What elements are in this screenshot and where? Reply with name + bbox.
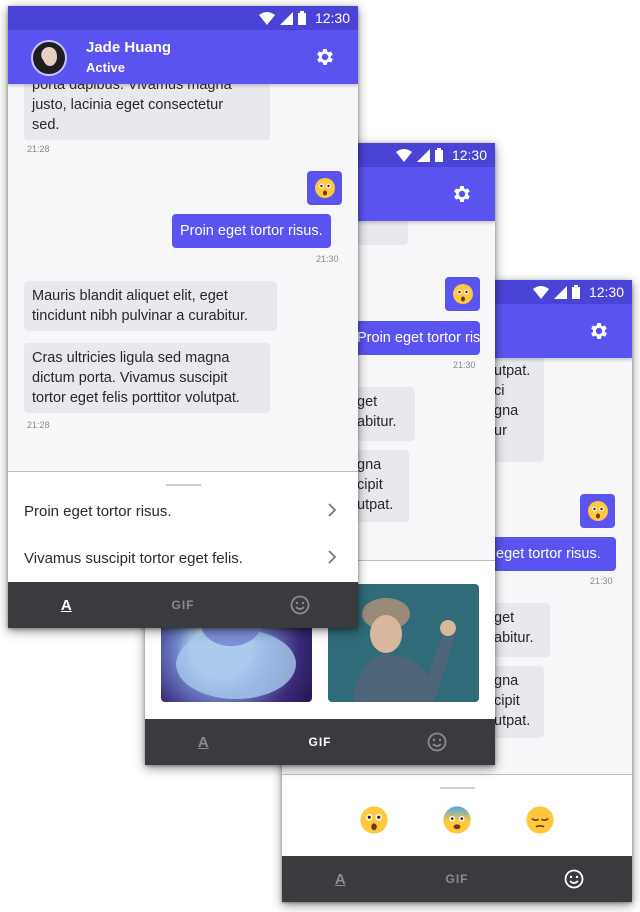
message-text: gna [494,403,519,419]
contact-status: Active [86,60,126,75]
message-out: eget tortor risus. [482,537,616,571]
chevron-right-icon [328,503,337,517]
tab-gif[interactable]: GIF [290,719,350,765]
message-text: Proin eget tortor risus. [180,223,323,239]
message-text: get [494,610,515,626]
phone-text-suggestions: 12:30 Jade Huang Active porta dapibus. V… [8,6,358,628]
astonished-face-icon [314,178,335,198]
gear-icon[interactable] [451,183,473,205]
message-text: ci [494,383,505,399]
tab-emoji[interactable] [270,582,330,628]
suggestion-item[interactable]: Vivamus suscipit tortor eget felis. [8,535,358,581]
message-text: utpat. [494,363,531,379]
message-text: eget tortor risus. [496,546,601,562]
text-format-icon: A [60,596,72,614]
pensive-face-icon[interactable] [525,805,555,835]
message-text: get [357,394,378,410]
suggestion-item[interactable]: Proin eget tortor risus. [8,488,358,534]
message-text: Mauris blandit aliquet elit, eget tincid… [32,288,249,324]
input-mode-bar: A GIF [8,582,358,628]
message-text: ur [494,423,507,439]
gif-icon: GIF [171,598,195,612]
message-text: gna [357,457,382,473]
tab-emoji[interactable] [407,719,467,765]
astonished-face-icon [587,501,608,521]
message-text: gna [494,673,519,689]
wifi-icon [532,285,549,299]
clock: 12:30 [588,284,624,300]
message-timestamp: 21:28 [27,420,50,430]
avatar[interactable] [31,40,67,76]
smiley-icon [564,869,584,889]
suggestion-label: Proin eget tortor risus. [24,502,172,520]
message-timestamp: 21:28 [27,144,50,154]
wifi-icon [395,148,412,162]
message-timestamp: 21:30 [316,254,339,264]
app-bar: Jade Huang Active [8,30,358,84]
clock: 12:30 [314,10,350,26]
message-text: justo, lacinia eget consectetur [32,97,224,113]
chevron-right-icon [328,550,337,564]
message-text: Proin eget tortor risus. [357,330,480,346]
gear-icon[interactable] [314,46,336,68]
message-text: utpat. [357,497,394,513]
message-timestamp: 21:30 [453,360,476,370]
text-format-icon: A [197,733,209,751]
message-out-emoji [445,277,480,311]
emoji-panel [282,775,632,856]
tab-text[interactable]: A [173,719,233,765]
message-text: abitur. [494,630,534,646]
message-text: cipit [494,693,520,709]
message-in: Cras ultricies ligula sed magna dictum p… [24,343,270,413]
status-bar: 12:30 [8,6,358,30]
battery-icon [297,11,306,25]
suggestion-panel: Proin eget tortor risus. Vivamus suscipi… [8,472,358,582]
message-text: sed. [32,117,60,133]
battery-icon [434,148,443,162]
signal-icon [279,11,293,25]
gif-icon: GIF [308,735,332,749]
suggestion-label: Vivamus suscipit tortor eget felis. [24,549,243,567]
contact-name: Jade Huang [86,39,172,56]
message-out: Proin eget tortor risus. [345,321,480,355]
clock: 12:30 [451,147,487,163]
message-text: cipit [357,477,383,493]
emoji-suggestions [282,805,632,835]
wifi-icon [258,11,275,25]
message-out-emoji [580,494,615,528]
battery-icon [571,285,580,299]
input-mode-bar: A GIF [282,856,632,902]
message-text: abitur. [357,414,397,430]
astonished-face-icon [452,284,473,304]
smiley-icon [290,595,310,615]
tab-gif[interactable]: GIF [153,582,213,628]
gif-icon: GIF [445,872,469,886]
drag-handle[interactable] [166,484,201,486]
anxious-face-with-sweat-icon[interactable] [442,805,472,835]
astonished-face-icon[interactable] [359,805,389,835]
message-text: Cras ultricies ligula sed magna dictum p… [32,350,240,406]
signal-icon [553,285,567,299]
message-out: Proin eget tortor risus. [172,214,331,248]
drag-handle[interactable] [440,787,475,789]
tab-text[interactable]: A [310,856,370,902]
smiley-icon [427,732,447,752]
message-out-emoji [307,171,342,205]
tab-gif[interactable]: GIF [427,856,487,902]
signal-icon [416,148,430,162]
gear-icon[interactable] [588,320,610,342]
avatar-face [43,48,57,66]
message-text: utpat. [494,713,531,729]
message-timestamp: 21:30 [590,576,613,586]
app-showcase: 12:30 utpat. ci gna ur eget tortor risus… [0,0,640,912]
text-format-icon: A [334,870,346,888]
tab-emoji[interactable] [544,856,604,902]
tab-text[interactable]: A [36,582,96,628]
message-in: Mauris blandit aliquet elit, eget tincid… [24,281,277,331]
input-mode-bar: A GIF [145,719,495,765]
